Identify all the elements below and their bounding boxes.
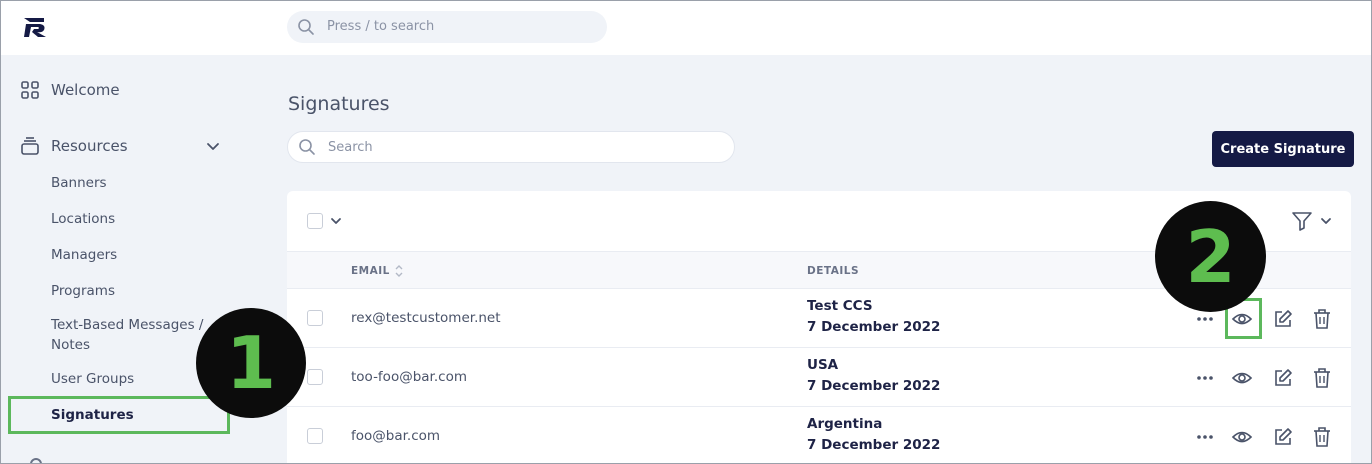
sidebar-item-locations[interactable]: Locations: [51, 209, 115, 229]
sidebar-item-label: Welcome: [51, 81, 120, 99]
signature-search-input[interactable]: Search: [287, 131, 735, 163]
trash-icon[interactable]: [1311, 308, 1333, 330]
sidebar-item-welcome[interactable]: Welcome: [20, 80, 120, 100]
table-row[interactable]: too-foo@bar.com USA 7 December 2022: [287, 348, 1351, 407]
row-email: foo@bar.com: [351, 428, 441, 444]
row-date: 7 December 2022: [807, 319, 941, 335]
sidebar-item-programs[interactable]: Programs: [51, 281, 115, 301]
callout-marker-1: 1: [196, 308, 306, 418]
sidebar-item-user-groups[interactable]: User Groups: [51, 369, 134, 389]
row-email: rex@testcustomer.net: [351, 310, 501, 326]
filter-icon[interactable]: [1290, 209, 1314, 233]
eye-icon[interactable]: [1231, 367, 1253, 389]
page-title: Signatures: [288, 93, 390, 115]
sidebar-item-resources[interactable]: Resources: [20, 136, 128, 156]
chevron-down-icon[interactable]: [330, 215, 342, 227]
row-date: 7 December 2022: [807, 378, 941, 394]
global-search-input[interactable]: Press / to search: [287, 11, 607, 43]
global-search-placeholder: Press / to search: [327, 19, 435, 34]
trash-icon[interactable]: [1311, 367, 1333, 389]
row-checkbox[interactable]: [307, 310, 323, 326]
top-bar: Press / to search: [0, 0, 1372, 55]
sidebar-item-label: Resources: [51, 137, 128, 155]
column-header-details: DETAILS: [807, 265, 860, 277]
sidebar-item-managers[interactable]: Managers: [51, 245, 117, 265]
highlight-box-signatures: [8, 396, 230, 434]
archive-icon: [21, 137, 39, 155]
more-options-icon[interactable]: [1194, 367, 1216, 389]
sidebar-item-text-based-messages[interactable]: Text-Based Messages /: [51, 315, 203, 335]
edit-icon[interactable]: [1272, 426, 1294, 448]
column-header-email[interactable]: EMAIL: [351, 265, 390, 277]
row-detail: Test CCS: [807, 298, 873, 314]
select-all-checkbox[interactable]: [307, 213, 323, 229]
partial-nav-icon: [30, 458, 42, 464]
chevron-down-icon[interactable]: [206, 140, 220, 154]
eye-icon[interactable]: [1231, 426, 1253, 448]
chevron-down-icon[interactable]: [1320, 215, 1332, 227]
row-detail: USA: [807, 357, 839, 373]
row-checkbox[interactable]: [307, 428, 323, 444]
row-date: 7 December 2022: [807, 437, 941, 453]
trash-icon[interactable]: [1311, 426, 1333, 448]
sidebar-item-notes[interactable]: Notes: [51, 335, 90, 355]
row-email: too-foo@bar.com: [351, 369, 467, 385]
search-placeholder: Search: [328, 140, 373, 155]
sort-icon[interactable]: [394, 263, 404, 279]
search-icon: [299, 139, 315, 155]
more-options-icon[interactable]: [1194, 426, 1216, 448]
grid-icon: [21, 81, 39, 99]
table-row[interactable]: foo@bar.com Argentina 7 December 2022: [287, 407, 1351, 464]
search-icon: [298, 19, 314, 35]
row-detail: Argentina: [807, 416, 883, 432]
brand-logo[interactable]: [22, 15, 48, 39]
create-signature-button[interactable]: Create Signature: [1212, 131, 1354, 167]
edit-icon[interactable]: [1272, 308, 1294, 330]
callout-marker-2: 2: [1155, 201, 1266, 312]
edit-icon[interactable]: [1272, 367, 1294, 389]
row-checkbox[interactable]: [307, 369, 323, 385]
sidebar-item-banners[interactable]: Banners: [51, 173, 107, 193]
